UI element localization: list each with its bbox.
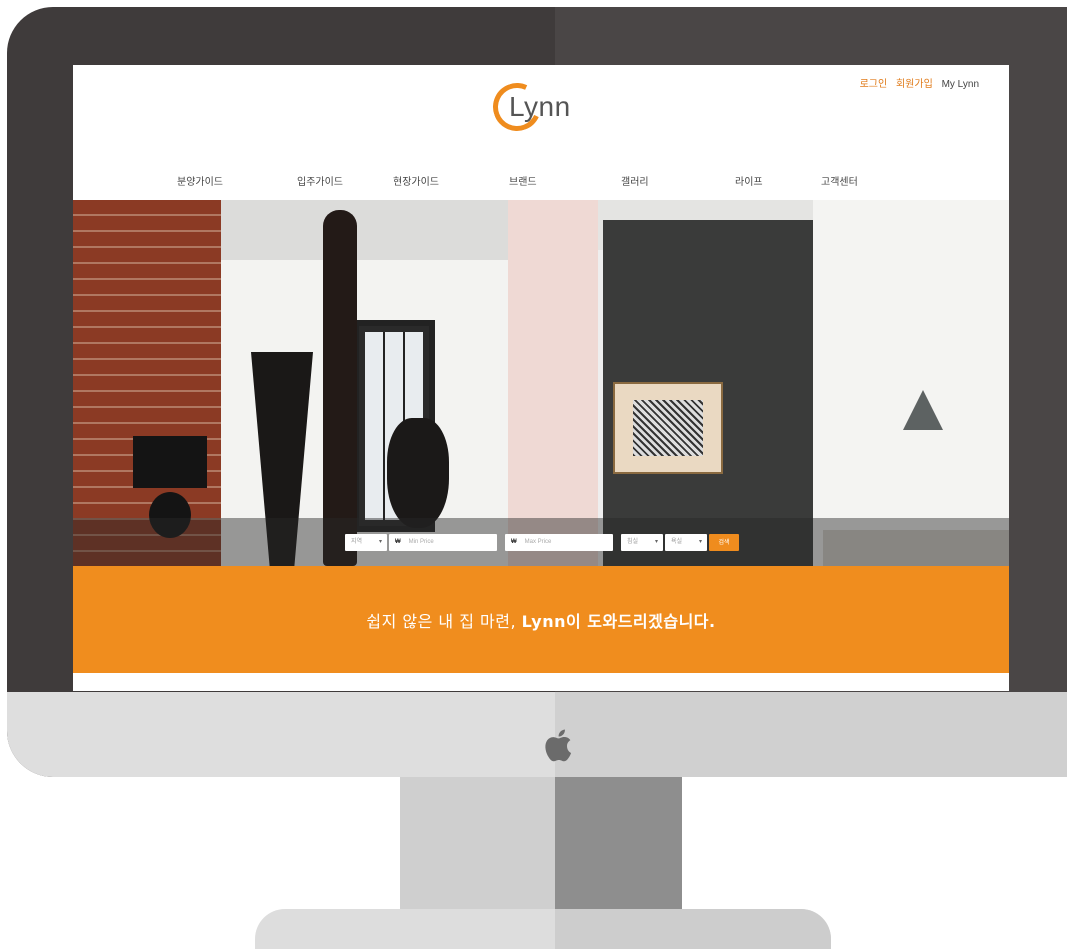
max-price-placeholder: Max Price bbox=[524, 539, 552, 545]
nav-item[interactable]: 고객센터 bbox=[821, 173, 858, 188]
nav-item[interactable]: 입주가이드 bbox=[297, 173, 343, 188]
stand-shade bbox=[555, 777, 682, 909]
frame-art bbox=[633, 400, 703, 456]
nav-item[interactable]: 현장가이드 bbox=[393, 173, 439, 188]
hero-round-vase bbox=[387, 418, 449, 528]
apple-logo-icon bbox=[545, 729, 572, 762]
chin-shade bbox=[555, 692, 1067, 777]
top-links: 로그인 회원가입 My Lynn bbox=[854, 75, 979, 90]
property-search-bar: 지역 ▾ ₩ Min Price ₩ Max Price 침실 ▾ 욕실 ▾ 검색 bbox=[73, 518, 1009, 566]
login-link[interactable]: 로그인 bbox=[860, 79, 888, 90]
main-nav: 분양가이드 입주가이드 현장가이드 브랜드 갤러리 라이프 고객센터 bbox=[73, 173, 1009, 191]
bedroom-select[interactable]: 침실 ▾ bbox=[621, 534, 663, 551]
hero-picture-frame bbox=[613, 382, 723, 474]
brick-mortar bbox=[73, 200, 221, 566]
base-shade bbox=[555, 909, 831, 949]
min-price-placeholder: Min Price bbox=[408, 539, 434, 545]
nav-item[interactable]: 분양가이드 bbox=[177, 173, 223, 188]
site-logo[interactable]: Lynn bbox=[486, 76, 599, 138]
bedroom-select-label: 침실 bbox=[627, 539, 639, 545]
won-symbol: ₩ bbox=[395, 539, 401, 545]
nav-item[interactable]: 갤러리 bbox=[621, 173, 649, 188]
region-select[interactable]: 지역 ▾ bbox=[345, 534, 387, 551]
website-screen: Lynn 로그인 회원가입 My Lynn 분양가이드 입주가이드 현장가이드 … bbox=[73, 65, 1009, 691]
bathroom-select-label: 욕실 bbox=[671, 539, 683, 545]
hero-image: 지역 ▾ ₩ Min Price ₩ Max Price 침실 ▾ 욕실 ▾ 검색 bbox=[73, 200, 1009, 566]
region-select-label: 지역 bbox=[351, 539, 363, 545]
signup-link[interactable]: 회원가입 bbox=[896, 79, 933, 90]
nav-item[interactable]: 브랜드 bbox=[509, 173, 537, 188]
banner-text: 쉽지 않은 내 집 마련, Lynn이 도와드리겠습니다. bbox=[73, 608, 1009, 632]
max-price-input[interactable]: ₩ Max Price bbox=[505, 534, 613, 551]
nav-item[interactable]: 라이프 bbox=[735, 173, 763, 188]
banner-text-bold: Lynn이 도와드리겠습니다. bbox=[521, 612, 716, 631]
content-area bbox=[73, 673, 1009, 691]
chevron-down-icon: ▾ bbox=[378, 539, 382, 545]
hero-column bbox=[508, 200, 598, 566]
banner-text-plain: 쉽지 않은 내 집 마련, bbox=[366, 612, 522, 631]
hero-lamp-shade bbox=[133, 436, 207, 488]
promo-banner: 쉽지 않은 내 집 마련, Lynn이 도와드리겠습니다. bbox=[73, 566, 1009, 673]
monitor-chin bbox=[7, 692, 1067, 777]
chevron-down-icon: ▾ bbox=[698, 539, 702, 545]
hero-tall-vase bbox=[323, 210, 357, 566]
my-lynn-link[interactable]: My Lynn bbox=[942, 79, 979, 90]
min-price-input[interactable]: ₩ Min Price bbox=[389, 534, 497, 551]
bathroom-select[interactable]: 욕실 ▾ bbox=[665, 534, 707, 551]
search-button[interactable]: 검색 bbox=[709, 534, 739, 551]
site-header: Lynn 로그인 회원가입 My Lynn 분양가이드 입주가이드 현장가이드 … bbox=[73, 65, 1009, 200]
hero-right-wall bbox=[813, 200, 1009, 566]
won-symbol: ₩ bbox=[511, 539, 517, 545]
chevron-down-icon: ▾ bbox=[654, 539, 658, 545]
logo-text: Lynn bbox=[509, 91, 571, 122]
